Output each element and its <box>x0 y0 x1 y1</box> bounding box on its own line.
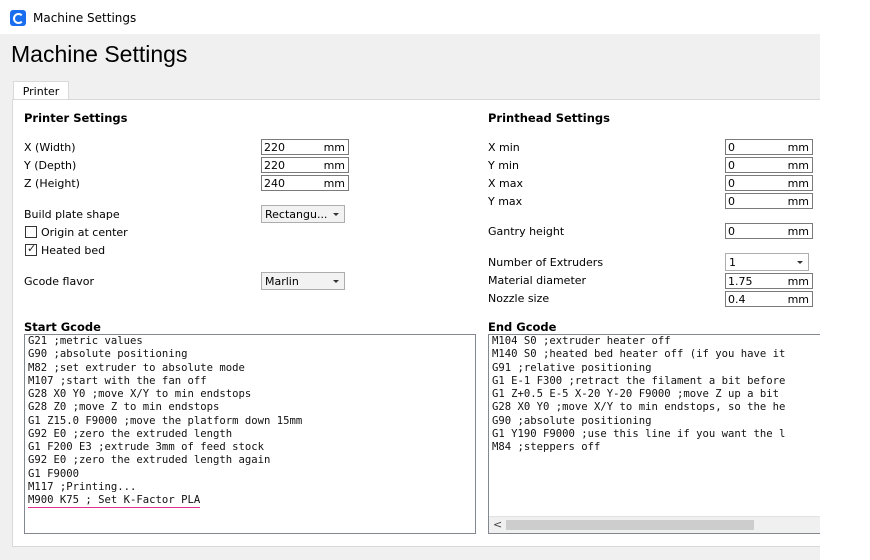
gcode-line: G21 ;metric values <box>28 335 143 347</box>
gcode-line-highlighted: M900 K75 ; Set K-Factor PLA <box>28 494 201 509</box>
x-min-label: X min <box>488 141 520 154</box>
origin-at-center-label: Origin at center <box>41 226 128 239</box>
build-plate-shape-label: Build plate shape <box>24 208 120 221</box>
cura-app-icon <box>10 10 26 26</box>
y-max-value: 0 <box>728 195 735 208</box>
gcode-line: M82 ;set extruder to absolute mode <box>28 361 245 374</box>
width-unit: mm <box>323 141 345 154</box>
printhead-settings-title: Printhead Settings <box>488 111 610 125</box>
x-max-input[interactable]: 0 mm <box>725 175 813 191</box>
window-title: Machine Settings <box>33 11 137 25</box>
material-diameter-value: 1.75 <box>728 275 753 288</box>
nozzle-size-value: 0.4 <box>728 293 746 306</box>
printer-settings-title: Printer Settings <box>24 111 128 125</box>
height-unit: mm <box>323 177 345 190</box>
chevron-down-icon <box>333 280 339 283</box>
gcode-line: M104 S0 ;extruder heater off <box>492 335 671 347</box>
title-bar: Machine Settings <box>0 0 820 34</box>
gcode-line: G91 ;relative positioning <box>492 361 652 374</box>
gcode-line: G28 X0 Y0 ;move X/Y to min endstops, so … <box>492 401 786 414</box>
heated-bed-checkbox[interactable]: ✓ <box>25 242 37 256</box>
y-min-input[interactable]: 0 mm <box>725 157 813 173</box>
background-margin <box>820 0 870 560</box>
gcode-line: G28 Z0 ;move Z to min endstops <box>28 401 220 414</box>
gcode-line: G1 F200 E3 ;extrude 3mm of feed stock <box>28 441 264 453</box>
height-input[interactable]: 240 mm <box>261 175 349 191</box>
gantry-height-unit: mm <box>787 225 809 238</box>
gcode-line: G1 F9000 <box>28 467 80 480</box>
end-gcode-title: End Gcode <box>488 320 557 334</box>
number-of-extruders-select[interactable]: 1 <box>725 253 809 271</box>
gcode-line: G92 E0 ;zero the extruded length <box>28 427 233 440</box>
tab-printer[interactable]: Printer <box>13 81 69 101</box>
machine-settings-window: Machine Settings Machine Settings Printe… <box>0 0 820 560</box>
number-of-extruders-label: Number of Extruders <box>488 256 604 269</box>
checkmark-icon: ✓ <box>27 242 37 255</box>
height-value: 240 <box>264 177 285 190</box>
depth-label: Y (Depth) <box>24 159 77 172</box>
x-max-label: X max <box>488 177 523 190</box>
gcode-line: G92 E0 ;zero the extruded length again <box>28 454 271 467</box>
start-gcode-title: Start Gcode <box>24 320 101 334</box>
horizontal-scrollbar[interactable]: < <box>489 516 820 533</box>
gcode-line: G1 Y190 F9000 ;use this line if you want… <box>492 427 786 440</box>
width-label: X (Width) <box>24 141 76 154</box>
y-max-label: Y max <box>488 195 523 208</box>
depth-input[interactable]: 220 mm <box>261 157 349 173</box>
gcode-line: G90 ;absolute positioning <box>492 414 652 427</box>
scroll-left-arrow-icon[interactable]: < <box>493 518 502 531</box>
gantry-height-input[interactable]: 0 mm <box>725 223 813 239</box>
gcode-line: G90 ;absolute positioning <box>28 348 188 361</box>
x-min-unit: mm <box>787 141 809 154</box>
x-max-value: 0 <box>728 177 735 190</box>
heated-bed-label: Heated bed <box>41 244 106 257</box>
y-min-label: Y min <box>488 159 519 172</box>
gcode-line: G1 E-1 F300 ;retract the filament a bit … <box>492 374 786 387</box>
gcode-line: M140 S0 ;heated bed heater off (if you h… <box>492 348 786 361</box>
material-diameter-unit: mm <box>787 275 809 288</box>
y-max-unit: mm <box>787 195 809 208</box>
gcode-flavor-value: Marlin <box>265 275 299 288</box>
gcode-line: M117 ;Printing... <box>28 480 137 493</box>
gcode-line: G1 Z+0.5 E-5 X-20 Y-20 F9000 ;move Z up … <box>492 388 780 400</box>
end-gcode-editor[interactable]: M104 S0 ;extruder heater off M140 S0 ;he… <box>488 334 820 534</box>
height-label: Z (Height) <box>24 177 80 190</box>
gantry-height-value: 0 <box>728 225 735 238</box>
build-plate-shape-value: Rectangu... <box>265 208 328 221</box>
nozzle-size-label: Nozzle size <box>488 292 550 305</box>
scrollbar-thumb[interactable] <box>506 520 754 530</box>
material-diameter-input[interactable]: 1.75 mm <box>725 273 813 289</box>
chevron-down-icon <box>333 213 339 216</box>
y-min-unit: mm <box>787 159 809 172</box>
number-of-extruders-value: 1 <box>729 256 736 269</box>
gcode-line: G1 Z15.0 F9000 ;move the platform down 1… <box>28 414 303 427</box>
x-min-value: 0 <box>728 141 735 154</box>
chevron-down-icon <box>797 261 803 264</box>
settings-panel: Printer Settings X (Width) 220 mm Y (Dep… <box>12 99 820 547</box>
x-max-unit: mm <box>787 177 809 190</box>
depth-value: 220 <box>264 159 285 172</box>
gcode-flavor-label: Gcode flavor <box>24 275 94 288</box>
gcode-line: M107 ;start with the fan off <box>28 374 207 387</box>
nozzle-size-input[interactable]: 0.4 mm <box>725 291 813 307</box>
gcode-line: G28 X0 Y0 ;move X/Y to min endstops <box>28 388 252 400</box>
gantry-height-label: Gantry height <box>488 225 565 238</box>
y-min-value: 0 <box>728 159 735 172</box>
x-min-input[interactable]: 0 mm <box>725 139 813 155</box>
origin-at-center-checkbox[interactable] <box>25 226 37 238</box>
y-max-input[interactable]: 0 mm <box>725 193 813 209</box>
material-diameter-label: Material diameter <box>488 274 587 287</box>
width-input[interactable]: 220 mm <box>261 139 349 155</box>
nozzle-size-unit: mm <box>787 293 809 306</box>
gcode-line: M84 ;steppers off <box>492 441 601 453</box>
width-value: 220 <box>264 141 285 154</box>
depth-unit: mm <box>323 159 345 172</box>
start-gcode-editor[interactable]: G21 ;metric values G90 ;absolute positio… <box>24 334 476 534</box>
page-title: Machine Settings <box>11 41 188 67</box>
build-plate-shape-select[interactable]: Rectangu... <box>261 205 345 223</box>
gcode-flavor-select[interactable]: Marlin <box>261 272 345 290</box>
